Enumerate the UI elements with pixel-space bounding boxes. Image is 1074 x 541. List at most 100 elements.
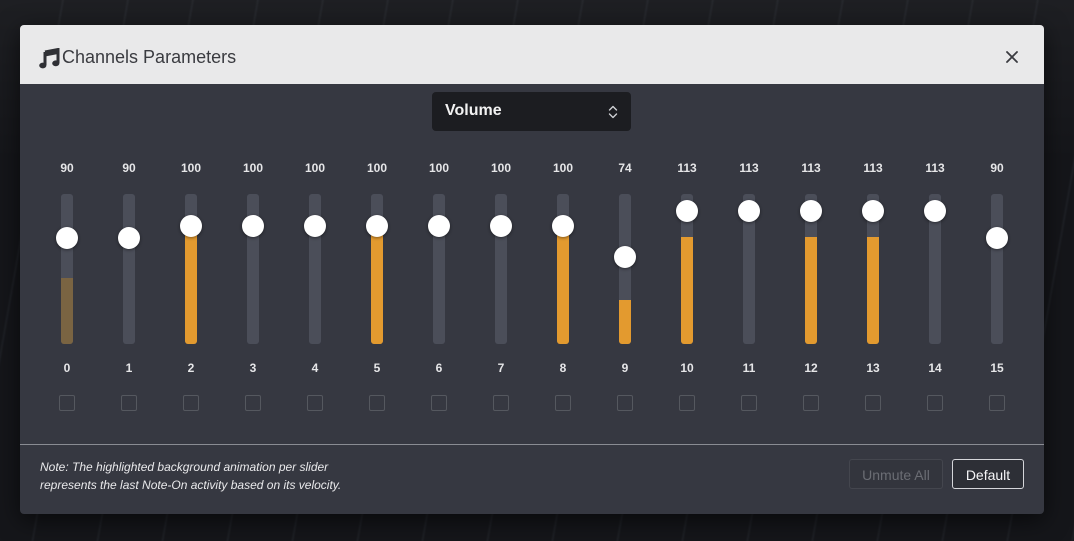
note-activity-bar <box>867 237 879 344</box>
channel-number: 6 <box>435 361 443 375</box>
channel-number: 12 <box>804 361 818 375</box>
slider-thumb[interactable] <box>118 227 140 249</box>
slider-thumb[interactable] <box>924 200 946 222</box>
parameter-select[interactable]: Volume <box>432 92 631 131</box>
channel-11: 113 11 <box>718 155 780 415</box>
note-activity-bar <box>805 237 817 344</box>
mute-checkbox[interactable] <box>245 395 261 411</box>
channel-number: 10 <box>680 361 694 375</box>
activity-note: Note: The highlighted background animati… <box>40 458 440 494</box>
channel-value: 113 <box>801 161 821 175</box>
channel-5: 100 5 <box>346 155 408 415</box>
channel-10: 113 10 <box>656 155 718 415</box>
channel-9: 74 9 <box>594 155 656 415</box>
mute-checkbox[interactable] <box>927 395 943 411</box>
dialog-header: Channels Parameters <box>20 25 1044 84</box>
mute-checkbox[interactable] <box>679 395 695 411</box>
slider-thumb[interactable] <box>242 215 264 237</box>
slider-thumb[interactable] <box>304 215 326 237</box>
slider-track[interactable] <box>123 194 135 344</box>
mute-checkbox[interactable] <box>617 395 633 411</box>
channel-value: 90 <box>122 161 136 175</box>
note-activity-bar <box>681 237 693 344</box>
slider-thumb[interactable] <box>56 227 78 249</box>
mute-checkbox[interactable] <box>989 395 1005 411</box>
note-activity-bar <box>557 233 569 344</box>
channel-number: 14 <box>928 361 942 375</box>
note-activity-bar <box>185 233 197 344</box>
mute-checkbox[interactable] <box>865 395 881 411</box>
channel-6: 100 6 <box>408 155 470 415</box>
note-line-1: Note: The highlighted background animati… <box>40 460 329 474</box>
note-activity-bar <box>619 300 631 344</box>
channel-number: 5 <box>373 361 381 375</box>
channel-number: 11 <box>742 361 756 375</box>
channel-number: 13 <box>866 361 880 375</box>
parameter-select-value: Volume <box>445 102 502 119</box>
channel-4: 100 4 <box>284 155 346 415</box>
note-line-2: represents the last Note-On activity bas… <box>40 478 342 492</box>
channel-7: 100 7 <box>470 155 532 415</box>
unmute-all-button[interactable]: Unmute All <box>849 459 943 489</box>
slider-thumb[interactable] <box>552 215 574 237</box>
channel-value: 74 <box>618 161 632 175</box>
channel-value: 100 <box>180 161 202 175</box>
slider-track[interactable] <box>991 194 1003 344</box>
channel-8: 100 8 <box>532 155 594 415</box>
channel-number: 0 <box>63 361 71 375</box>
mute-checkbox[interactable] <box>555 395 571 411</box>
channel-value: 100 <box>304 161 326 175</box>
channel-14: 113 14 <box>904 155 966 415</box>
channel-number: 1 <box>125 361 133 375</box>
channel-12: 113 12 <box>780 155 842 415</box>
slider-thumb[interactable] <box>366 215 388 237</box>
mute-checkbox[interactable] <box>183 395 199 411</box>
note-activity-bar <box>61 278 73 344</box>
channel-number: 8 <box>559 361 567 375</box>
slider-thumb[interactable] <box>800 200 822 222</box>
mute-checkbox[interactable] <box>493 395 509 411</box>
mute-checkbox[interactable] <box>369 395 385 411</box>
channel-value: 113 <box>863 161 883 175</box>
channel-number: 2 <box>187 361 195 375</box>
channel-15: 90 15 <box>966 155 1028 415</box>
channel-value: 113 <box>739 161 759 175</box>
chevron-up-down-icon <box>608 105 618 119</box>
footer-divider <box>20 444 1044 445</box>
channel-value: 113 <box>677 161 697 175</box>
channel-0: 90 0 <box>36 155 98 415</box>
slider-thumb[interactable] <box>676 200 698 222</box>
dialog-title: Channels Parameters <box>62 47 237 67</box>
channel-value: 100 <box>242 161 264 175</box>
slider-thumb[interactable] <box>738 200 760 222</box>
channel-3: 100 3 <box>222 155 284 415</box>
music-note-icon <box>39 48 60 69</box>
channel-value: 90 <box>990 161 1004 175</box>
channel-13: 113 13 <box>842 155 904 415</box>
mute-checkbox[interactable] <box>307 395 323 411</box>
slider-thumb[interactable] <box>490 215 512 237</box>
slider-thumb[interactable] <box>614 246 636 268</box>
slider-thumb[interactable] <box>180 215 202 237</box>
mute-checkbox[interactable] <box>431 395 447 411</box>
channel-value: 100 <box>366 161 388 175</box>
mute-checkbox[interactable] <box>741 395 757 411</box>
channel-number: 9 <box>621 361 629 375</box>
channel-number: 15 <box>990 361 1004 375</box>
close-icon[interactable] <box>1000 45 1024 69</box>
slider-track[interactable] <box>619 194 631 344</box>
channel-number: 3 <box>249 361 257 375</box>
mute-checkbox[interactable] <box>121 395 137 411</box>
slider-thumb[interactable] <box>986 227 1008 249</box>
channel-value: 100 <box>490 161 512 175</box>
slider-track[interactable] <box>61 194 73 344</box>
default-button[interactable]: Default <box>952 459 1024 489</box>
slider-thumb[interactable] <box>862 200 884 222</box>
slider-thumb[interactable] <box>428 215 450 237</box>
channels-parameters-dialog: Channels Parameters Volume 90 0 90 1 100 2 100… <box>20 25 1044 514</box>
channel-number: 4 <box>311 361 319 375</box>
mute-checkbox[interactable] <box>803 395 819 411</box>
channel-value: 113 <box>925 161 945 175</box>
mute-checkbox[interactable] <box>59 395 75 411</box>
channel-1: 90 1 <box>98 155 160 415</box>
